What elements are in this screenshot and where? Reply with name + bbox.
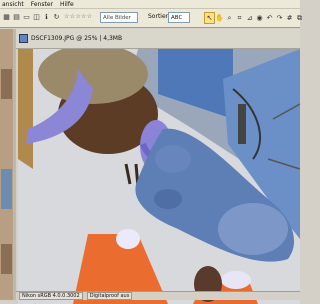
status-bar: Nikon sRGB 4.0.0.3002 Digitalproof aus <box>16 291 300 300</box>
menu-fenster[interactable]: Fenster <box>31 0 53 9</box>
tool-browse-icon[interactable]: ◫ <box>32 13 41 22</box>
compare-tool-icon[interactable]: ⧉ <box>295 13 304 23</box>
rotate-left-icon[interactable]: ↶ <box>265 13 274 23</box>
color-profile-status[interactable]: Nikon sRGB 4.0.0.3002 <box>19 292 83 300</box>
tool-rotate-icon[interactable]: ↻ <box>52 13 61 22</box>
thumbnail[interactable] <box>1 244 12 274</box>
rating-stars[interactable]: ☆☆☆☆☆ <box>64 13 92 20</box>
tool-info-icon[interactable]: ℹ <box>42 13 51 22</box>
photo-canvas[interactable] <box>18 49 300 304</box>
straighten-tool-icon[interactable]: ⊿ <box>245 13 254 23</box>
image-window: DSCF1309.JPG @ 25% | 4,3MB <box>16 29 300 304</box>
image-window-title: DSCF1309.JPG @ 25% | 4,3MB <box>31 35 123 42</box>
menu-ansicht[interactable]: ansicht <box>2 0 24 9</box>
photo-image <box>18 49 300 304</box>
tool-folder-icon[interactable]: ▤ <box>12 13 21 22</box>
menu-hilfe[interactable]: Hilfe <box>60 0 74 9</box>
menu-bar: ansicht Fenster Hilfe <box>0 0 300 9</box>
softproof-status[interactable]: Digitalproof aus <box>86 292 133 300</box>
tool-grid-icon[interactable]: ▦ <box>2 13 11 22</box>
thumbnail-strip[interactable] <box>0 29 13 300</box>
redeye-tool-icon[interactable]: ◉ <box>255 13 264 23</box>
tool-view-icon[interactable]: ▭ <box>22 13 31 22</box>
toolbar: ▦ ▤ ▭ ◫ ℹ ↻ ☆☆☆☆☆ Alle Bilder Sortieren … <box>0 9 302 28</box>
zoom-tool-icon[interactable]: ⌕ <box>225 13 234 23</box>
pointer-tool-icon[interactable]: ↖ <box>204 12 215 24</box>
crop-tool-icon[interactable]: ⌗ <box>235 13 244 23</box>
sort-select[interactable]: ABC <box>168 12 190 23</box>
image-file-icon <box>19 34 28 43</box>
thumbnail[interactable] <box>1 69 12 99</box>
grid-tool-icon[interactable]: # <box>285 13 294 23</box>
rotate-right-icon[interactable]: ↷ <box>275 13 284 23</box>
filter-select[interactable]: Alle Bilder <box>100 12 138 23</box>
hand-tool-icon[interactable]: ✋ <box>215 13 224 23</box>
thumbnail[interactable] <box>1 169 12 209</box>
tool-palette: ↖ ✋ ⌕ ⌗ ⊿ ◉ ↶ ↷ # ⧉ <box>204 12 304 24</box>
image-window-titlebar[interactable]: DSCF1309.JPG @ 25% | 4,3MB <box>16 29 300 49</box>
